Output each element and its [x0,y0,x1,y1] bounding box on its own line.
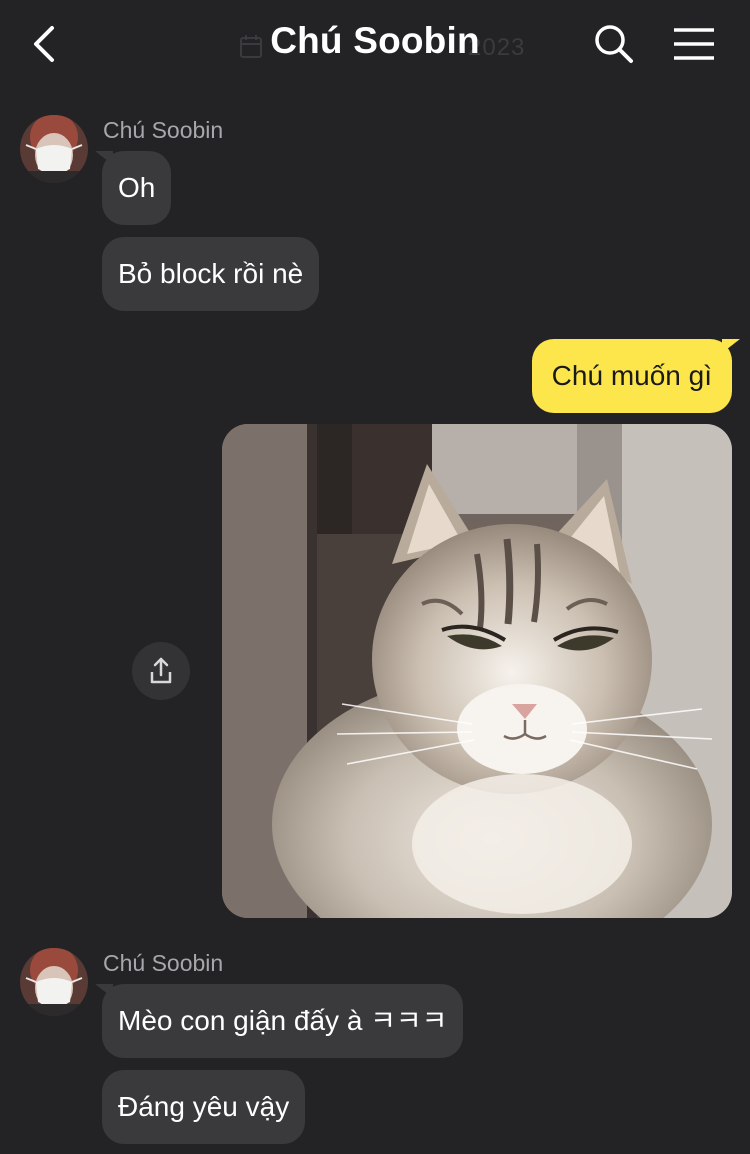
avatar-image [20,115,88,183]
avatar[interactable] [20,948,88,1016]
menu-icon [674,28,714,60]
sender-name: Chú Soobin [103,117,224,143]
sender-name: Chú Soobin [103,950,224,976]
search-icon [595,25,633,63]
incoming-message[interactable]: Bỏ block rồi nè [102,237,320,311]
incoming-message[interactable]: Mèo con giận đấy à ㅋㅋㅋ [102,984,464,1058]
search-button[interactable] [592,22,636,66]
chat-title: Chú Soobin [270,20,480,61]
incoming-message[interactable]: Oh [102,151,172,225]
chat-header: 2023 Chú Soobin [0,0,750,88]
message-text: Mèo con giận đấy à ㅋㅋㅋ [118,1005,448,1036]
share-icon [150,657,172,684]
incoming-message[interactable]: Đáng yêu vậy [102,1070,306,1144]
menu-button[interactable] [672,26,716,62]
outgoing-message[interactable]: Chú muốn gì [531,339,732,413]
message-text: Đáng yêu vậy [118,1091,290,1122]
message-text: Chú muốn gì [551,360,712,391]
avatar-image [20,948,88,1016]
message-text: Oh [118,172,156,203]
share-button[interactable] [132,642,190,700]
photo-message[interactable] [222,424,732,918]
avatar[interactable] [20,115,88,183]
message-text: Bỏ block rồi nè [118,258,304,289]
cat-photo [222,424,732,918]
